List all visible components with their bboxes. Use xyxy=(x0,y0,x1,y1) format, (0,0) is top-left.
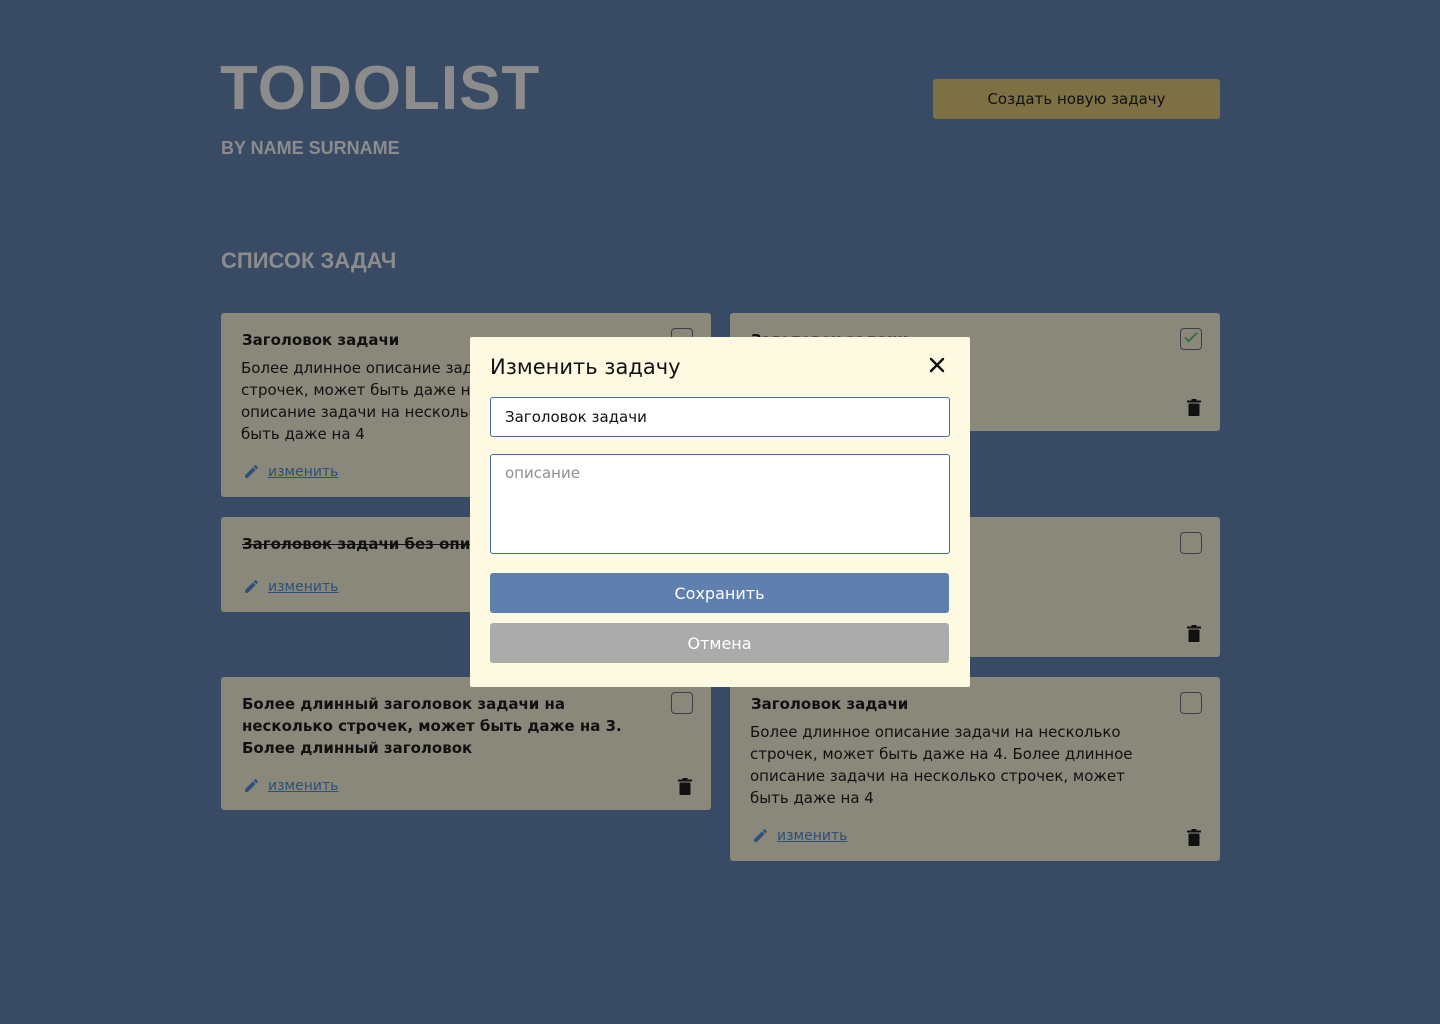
app-title: TODOLIST xyxy=(220,54,541,123)
task-card: Заголовок задачи Более длинное описание … xyxy=(730,677,1220,861)
task-title: Более длинный заголовок задачи на нескол… xyxy=(242,695,622,757)
trash-icon[interactable] xyxy=(678,778,692,795)
check-icon xyxy=(1182,328,1200,350)
edit-label: изменить xyxy=(268,777,339,794)
edit-label: изменить xyxy=(268,578,339,595)
pencil-icon xyxy=(243,777,260,794)
edit-label: изменить xyxy=(268,463,339,480)
trash-icon[interactable] xyxy=(1187,399,1201,416)
close-icon[interactable] xyxy=(929,357,945,377)
task-checkbox[interactable] xyxy=(1180,532,1202,554)
task-description-input[interactable] xyxy=(490,454,950,554)
task-checkbox[interactable] xyxy=(671,692,693,714)
create-task-button[interactable]: Создать новую задачу xyxy=(933,79,1220,119)
pencil-icon xyxy=(243,463,260,480)
task-checkbox[interactable] xyxy=(1180,328,1202,350)
app-subtitle: BY NAME SURNAME xyxy=(221,138,400,158)
section-title: СПИСОК ЗАДАЧ xyxy=(221,248,397,273)
cancel-button[interactable]: Отмена xyxy=(490,623,949,663)
pencil-icon xyxy=(752,827,769,844)
pencil-icon xyxy=(243,578,260,595)
trash-icon[interactable] xyxy=(1187,625,1201,642)
trash-icon[interactable] xyxy=(1187,829,1201,846)
edit-link[interactable]: изменить xyxy=(243,578,338,595)
edit-link[interactable]: изменить xyxy=(243,777,338,794)
task-checkbox[interactable] xyxy=(1180,692,1202,714)
task-description: Более длинное описание задачи на несколь… xyxy=(750,723,1133,807)
task-title: Заголовок задачи xyxy=(751,695,909,713)
save-button[interactable]: Сохранить xyxy=(490,573,949,613)
modal-title: Изменить задачу xyxy=(490,355,681,379)
edit-task-modal: Изменить задачу Сохранить Отмена xyxy=(470,337,970,687)
edit-link[interactable]: изменить xyxy=(752,827,847,844)
task-title-input[interactable] xyxy=(490,397,950,437)
edit-label: изменить xyxy=(777,827,848,844)
task-card: Более длинный заголовок задачи на нескол… xyxy=(221,677,711,810)
edit-link[interactable]: изменить xyxy=(243,463,338,480)
